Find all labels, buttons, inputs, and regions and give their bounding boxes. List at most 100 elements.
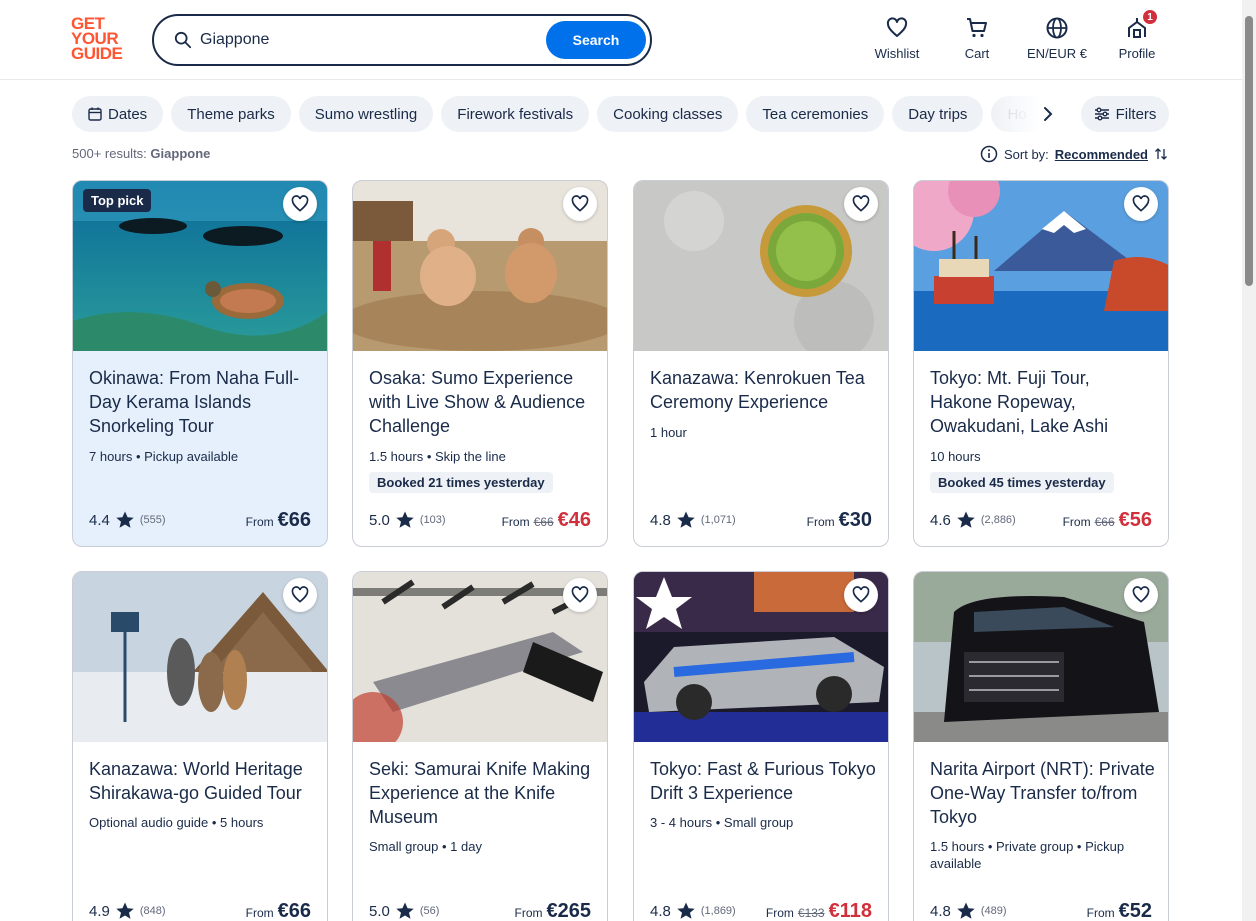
activity-rating: 4.8 (1,071)	[650, 510, 736, 530]
profile-notification-badge: 1	[1141, 8, 1159, 26]
wishlist-toggle[interactable]	[1124, 578, 1158, 612]
wishlist-label: Wishlist	[874, 46, 920, 61]
chip-dates[interactable]: Dates	[72, 96, 164, 132]
price-from: From	[514, 906, 543, 920]
star-icon	[116, 902, 134, 919]
original-price: €133	[797, 906, 825, 920]
price-amount: €66	[277, 509, 311, 531]
scrollbar-thumb[interactable]	[1245, 16, 1253, 286]
heart-icon	[886, 17, 908, 37]
heart-icon	[1132, 195, 1150, 212]
sort-control[interactable]: Sort by: Recommended	[980, 145, 1168, 163]
activity-meta: 1.5 hours • Private group • Pickup avail…	[930, 839, 1125, 871]
sliders-icon	[1094, 107, 1109, 121]
chip-day-trips[interactable]: Day trips	[892, 96, 984, 132]
getyourguide-logo[interactable]: GET YOUR GUIDE	[71, 15, 131, 64]
price-from: From	[1062, 515, 1091, 529]
info-icon[interactable]	[980, 145, 998, 163]
wishlist-toggle[interactable]	[844, 187, 878, 221]
profile-nav[interactable]: 1 Profile	[1114, 8, 1160, 61]
activity-price: From €66 €46	[502, 509, 591, 532]
page-scrollbar[interactable]	[1242, 0, 1256, 921]
filters-button[interactable]: Filters	[1081, 96, 1169, 132]
wishlist-toggle[interactable]	[283, 578, 317, 612]
activity-card[interactable]: Kanazawa: World Heritage Shirakawa-go Gu…	[72, 571, 328, 921]
chip-theme-parks[interactable]: Theme parks	[171, 96, 291, 132]
activity-card[interactable]: Kanazawa: Kenrokuen Tea Ceremony Experie…	[633, 180, 889, 547]
sort-arrows-icon	[1155, 148, 1167, 160]
chips-next-button[interactable]	[1036, 102, 1060, 126]
activity-meta: Small group • 1 day	[369, 839, 482, 854]
activity-meta: 1 hour	[650, 425, 687, 440]
star-icon	[396, 902, 414, 919]
wishlist-toggle[interactable]	[844, 578, 878, 612]
profile-icon: 1	[1125, 8, 1159, 40]
activity-title[interactable]: Tokyo: Mt. Fuji Tour, Hakone Ropeway, Ow…	[930, 366, 1156, 438]
star-icon	[116, 511, 134, 528]
chip-firework-festivals[interactable]: Firework festivals	[441, 96, 590, 132]
category-chips: Dates Theme parks Sumo wrestling Firewor…	[72, 96, 1072, 132]
chip-cooking-classes[interactable]: Cooking classes	[597, 96, 739, 132]
activity-price: From €133 €118	[766, 900, 872, 921]
wishlist-nav[interactable]: Wishlist	[871, 16, 923, 61]
review-count: (56)	[419, 905, 440, 917]
activity-card[interactable]: Tokyo: Fast & Furious Tokyo Drift 3 Expe…	[633, 571, 889, 921]
star-icon	[677, 902, 695, 919]
chevron-right-icon	[1044, 107, 1053, 121]
activity-card[interactable]: Osaka: Sumo Experience with Live Show & …	[352, 180, 608, 547]
language-currency-label: EN/EUR €	[1027, 46, 1087, 61]
heart-icon	[291, 586, 309, 603]
activity-card[interactable]: Narita Airport (NRT): Private One-Way Tr…	[913, 571, 1169, 921]
results-summary: 500+ results: Giappone	[72, 146, 210, 161]
activity-rating: 4.9 (848)	[89, 901, 166, 921]
heart-icon	[291, 195, 309, 212]
review-count: (1,869)	[700, 905, 736, 917]
cart-nav[interactable]: Cart	[957, 16, 997, 61]
activity-title[interactable]: Okinawa: From Naha Full-Day Kerama Islan…	[89, 366, 315, 438]
activity-title[interactable]: Kanazawa: Kenrokuen Tea Ceremony Experie…	[650, 366, 876, 414]
activity-meta: 3 - 4 hours • Small group	[650, 815, 794, 830]
activity-title[interactable]: Narita Airport (NRT): Private One-Way Tr…	[930, 757, 1156, 829]
search-button[interactable]: Search	[546, 21, 646, 59]
price-from: From	[765, 906, 794, 920]
activity-title[interactable]: Seki: Samurai Knife Making Experience at…	[369, 757, 595, 829]
star-icon	[396, 511, 414, 528]
price-amount: €265	[546, 900, 592, 921]
rating-value: 5.0	[369, 902, 390, 920]
rating-value: 5.0	[369, 511, 390, 529]
activity-rating: 5.0 (56)	[369, 901, 439, 921]
price-from: From	[1086, 906, 1115, 920]
sort-value[interactable]: Recommended	[1055, 147, 1148, 162]
wishlist-toggle[interactable]	[563, 578, 597, 612]
review-count: (848)	[139, 905, 166, 917]
rating-value: 4.8	[930, 902, 951, 920]
review-count: (489)	[980, 905, 1007, 917]
chip-sumo-wrestling[interactable]: Sumo wrestling	[298, 96, 434, 132]
cart-label: Cart	[964, 46, 990, 61]
activity-title[interactable]: Tokyo: Fast & Furious Tokyo Drift 3 Expe…	[650, 757, 876, 805]
wishlist-toggle[interactable]	[1124, 187, 1158, 221]
language-currency-nav[interactable]: EN/EUR €	[1022, 16, 1092, 61]
profile-label: Profile	[1118, 46, 1156, 61]
activity-card[interactable]: Tokyo: Mt. Fuji Tour, Hakone Ropeway, Ow…	[913, 180, 1169, 547]
sort-label: Sort by:	[1004, 146, 1049, 162]
chip-label: Dates	[108, 105, 148, 123]
review-count: (103)	[419, 514, 446, 526]
price-amount: €66	[277, 900, 311, 921]
activity-title[interactable]: Kanazawa: World Heritage Shirakawa-go Gu…	[89, 757, 315, 805]
heart-icon	[852, 586, 870, 603]
logo-line-3: GUIDE	[71, 44, 123, 63]
results-query: Giappone	[150, 146, 211, 161]
cart-icon	[967, 18, 987, 38]
chip-tea-ceremonies[interactable]: Tea ceremonies	[746, 96, 885, 132]
wishlist-toggle[interactable]	[283, 187, 317, 221]
activity-card[interactable]: Top pick Okinawa: From Naha Full-Day Ker…	[72, 180, 328, 547]
activity-rating: 4.6 (2,886)	[930, 510, 1016, 530]
activity-title[interactable]: Osaka: Sumo Experience with Live Show & …	[369, 366, 595, 438]
search-input[interactable]	[200, 26, 530, 54]
rating-value: 4.8	[650, 511, 671, 529]
activity-card[interactable]: Seki: Samurai Knife Making Experience at…	[352, 571, 608, 921]
filters-label: Filters	[1115, 105, 1157, 123]
price-from: From	[245, 906, 274, 920]
wishlist-toggle[interactable]	[563, 187, 597, 221]
